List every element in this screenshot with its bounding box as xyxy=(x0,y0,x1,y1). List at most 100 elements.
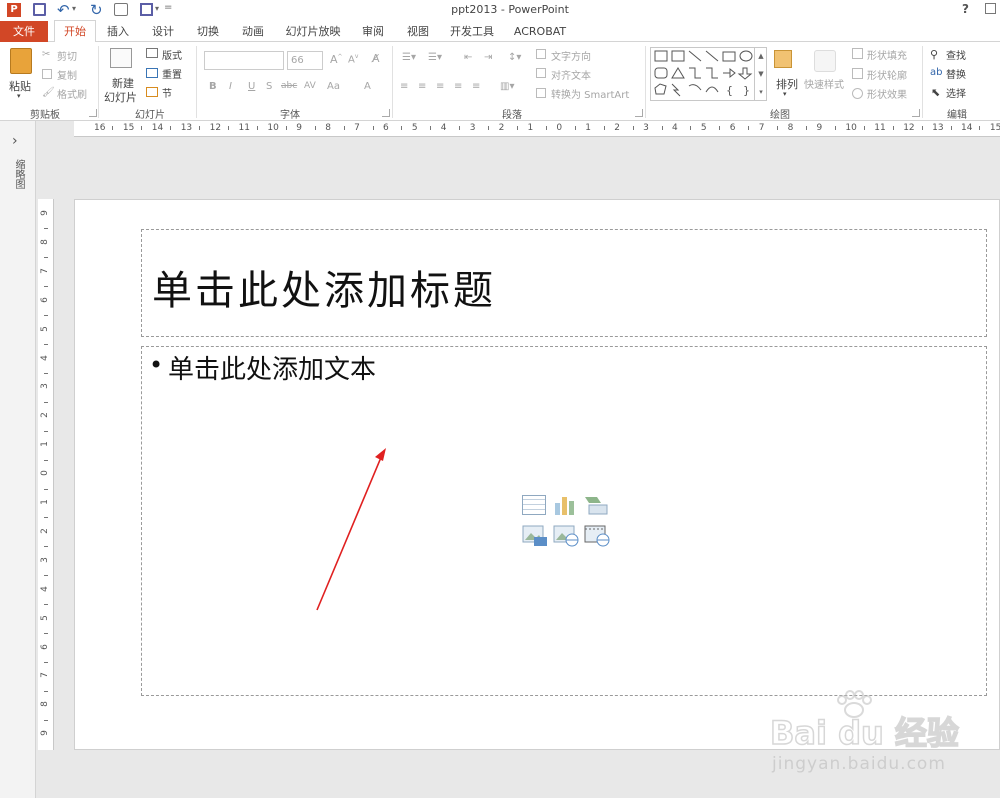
decrease-indent-icon[interactable]: ⇤ xyxy=(464,52,472,63)
quick-styles-icon[interactable] xyxy=(814,50,836,72)
align-center-icon[interactable]: ≡ xyxy=(418,81,426,92)
align-text-button[interactable]: 对齐文本 xyxy=(551,67,591,82)
increase-indent-icon[interactable]: ⇥ xyxy=(484,52,492,63)
reset-button[interactable]: 重置 xyxy=(162,66,182,81)
paragraph-launcher-icon[interactable] xyxy=(635,109,643,117)
cut-icon[interactable]: ✂ xyxy=(42,49,50,60)
undo-dropdown-icon[interactable]: ▾ xyxy=(72,4,76,13)
tab-home[interactable]: 开始 xyxy=(54,20,96,43)
shape-outline-icon[interactable] xyxy=(852,68,863,79)
find-button[interactable]: 查找 xyxy=(946,47,966,62)
title-placeholder[interactable]: 单击此处添加标题 xyxy=(141,229,987,337)
video-icon[interactable] xyxy=(584,525,610,547)
shape-outline-button[interactable]: 形状轮廓 xyxy=(867,67,907,82)
font-launcher-icon[interactable] xyxy=(382,109,390,117)
layout-icon[interactable] xyxy=(146,48,158,58)
columns-icon[interactable]: ▥▾ xyxy=(500,81,514,92)
find-icon[interactable]: ⚲ xyxy=(930,48,938,61)
italic-button[interactable]: I xyxy=(229,81,232,92)
align-right-icon[interactable]: ≡ xyxy=(436,81,444,92)
font-size-input[interactable]: 66 xyxy=(287,51,323,70)
font-name-input[interactable] xyxy=(204,51,284,70)
tab-review[interactable]: 审阅 xyxy=(355,22,391,42)
format-painter-button[interactable]: 格式刷 xyxy=(57,86,87,101)
tab-view[interactable]: 视图 xyxy=(400,22,436,42)
start-slideshow-icon[interactable] xyxy=(114,3,128,16)
customize-qat-button[interactable]: = xyxy=(164,2,172,13)
clipboard-launcher-icon[interactable] xyxy=(89,109,97,117)
justify-icon[interactable]: ≡ xyxy=(454,81,462,92)
picture-icon[interactable] xyxy=(522,525,548,547)
arrange-icon[interactable] xyxy=(774,50,792,68)
table-icon[interactable] xyxy=(522,495,546,515)
tab-animations[interactable]: 动画 xyxy=(235,22,271,42)
save-icon[interactable] xyxy=(33,3,46,16)
chart-icon[interactable] xyxy=(553,495,577,515)
grow-font-icon[interactable]: A^ xyxy=(330,53,343,66)
drawing-launcher-icon[interactable] xyxy=(912,109,920,117)
shapes-gallery-scroll[interactable]: ▲ ▼ ▾ xyxy=(754,47,767,101)
tab-acrobat[interactable]: ACROBAT xyxy=(510,22,570,42)
save-as-icon[interactable] xyxy=(140,3,153,16)
format-painter-icon[interactable]: 🖌 xyxy=(42,87,55,98)
underline-button[interactable]: U xyxy=(248,81,255,92)
bold-button[interactable]: B xyxy=(209,81,217,92)
tab-file[interactable]: 文件 xyxy=(0,21,48,42)
numbering-icon[interactable]: ☰▾ xyxy=(428,52,442,63)
paste-dropdown-icon[interactable]: ▾ xyxy=(17,92,21,100)
ribbon-display-options-icon[interactable] xyxy=(985,3,996,14)
redo-icon[interactable]: ↻ xyxy=(90,1,103,19)
shape-fill-icon[interactable] xyxy=(852,48,863,59)
select-button[interactable]: 选择 xyxy=(946,85,966,100)
clear-formatting-icon[interactable]: A̸ xyxy=(372,52,380,65)
section-icon[interactable] xyxy=(146,87,158,97)
tab-slideshow[interactable]: 幻灯片放映 xyxy=(280,22,346,42)
shape-fill-button[interactable]: 形状填充 xyxy=(867,47,907,62)
undo-icon[interactable]: ↶ xyxy=(57,1,70,19)
smartart-convert-icon[interactable] xyxy=(536,88,546,98)
quick-styles-button[interactable]: 快速样式 xyxy=(804,76,844,91)
smartart-icon[interactable] xyxy=(583,495,609,515)
tab-developer[interactable]: 开发工具 xyxy=(445,22,499,42)
strikethrough-button[interactable]: abc xyxy=(281,81,297,91)
new-slide-icon[interactable] xyxy=(110,48,132,68)
copy-button[interactable]: 复制 xyxy=(57,67,77,82)
arrange-dropdown-icon[interactable]: ▾ xyxy=(783,90,787,98)
save-dropdown-icon[interactable]: ▾ xyxy=(155,4,159,13)
paste-icon[interactable] xyxy=(10,48,32,74)
replace-icon[interactable]: ab xyxy=(930,67,942,78)
help-button[interactable]: ? xyxy=(962,2,969,16)
bullets-icon[interactable]: ☰▾ xyxy=(402,52,416,63)
arrange-button[interactable]: 排列 xyxy=(776,76,798,92)
tab-design[interactable]: 设计 xyxy=(145,22,181,42)
horizontal-ruler[interactable]: 16 15 14 13 12 11 10 9 8 7 6 5 4 3 2 1 0 1 2 3 4 5 6 7 8 9 10 11 12 1… xyxy=(74,121,1000,137)
tab-transitions[interactable]: 切换 xyxy=(190,22,226,42)
thumbnails-label[interactable]: 缩略图 xyxy=(10,159,24,189)
select-icon[interactable]: ⬉ xyxy=(931,86,940,99)
shapes-gallery[interactable]: {} xyxy=(650,47,767,101)
new-slide-dropdown[interactable]: 幻灯片 xyxy=(104,89,137,105)
shrink-font-icon[interactable]: Av xyxy=(348,53,358,65)
expand-thumbnails-button[interactable]: › xyxy=(12,133,18,149)
font-color-button[interactable]: A xyxy=(364,81,371,92)
shape-effects-button[interactable]: 形状效果 xyxy=(867,86,907,101)
text-direction-button[interactable]: 文字方向 xyxy=(551,48,591,63)
line-spacing-icon[interactable]: ↕▾ xyxy=(508,52,521,63)
layout-button[interactable]: 版式 xyxy=(162,47,182,62)
tab-insert[interactable]: 插入 xyxy=(100,22,136,42)
convert-smartart-button[interactable]: 转换为 SmartArt xyxy=(551,86,629,101)
reset-icon[interactable] xyxy=(146,68,158,78)
content-placeholder[interactable]: • 单击此处添加文本 xyxy=(141,346,987,696)
shape-effects-icon[interactable] xyxy=(852,88,863,99)
cut-button[interactable]: 剪切 xyxy=(57,48,77,63)
online-picture-icon[interactable] xyxy=(553,525,579,547)
replace-button[interactable]: 替换 xyxy=(946,66,966,81)
copy-icon[interactable] xyxy=(42,69,52,79)
slide-canvas[interactable]: 单击此处添加标题 • 单击此处添加文本 xyxy=(74,199,1000,750)
align-text-icon[interactable] xyxy=(536,68,546,78)
shadow-button[interactable]: S xyxy=(266,81,272,92)
change-case-button[interactable]: Aa xyxy=(327,81,340,92)
text-direction-icon[interactable] xyxy=(536,49,546,59)
character-spacing-button[interactable]: AV xyxy=(304,81,316,91)
vertical-ruler[interactable]: 9 8 7 6 5 4 3 2 1 0 1 2 3 4 5 6 7 8 9 xyxy=(38,199,54,750)
